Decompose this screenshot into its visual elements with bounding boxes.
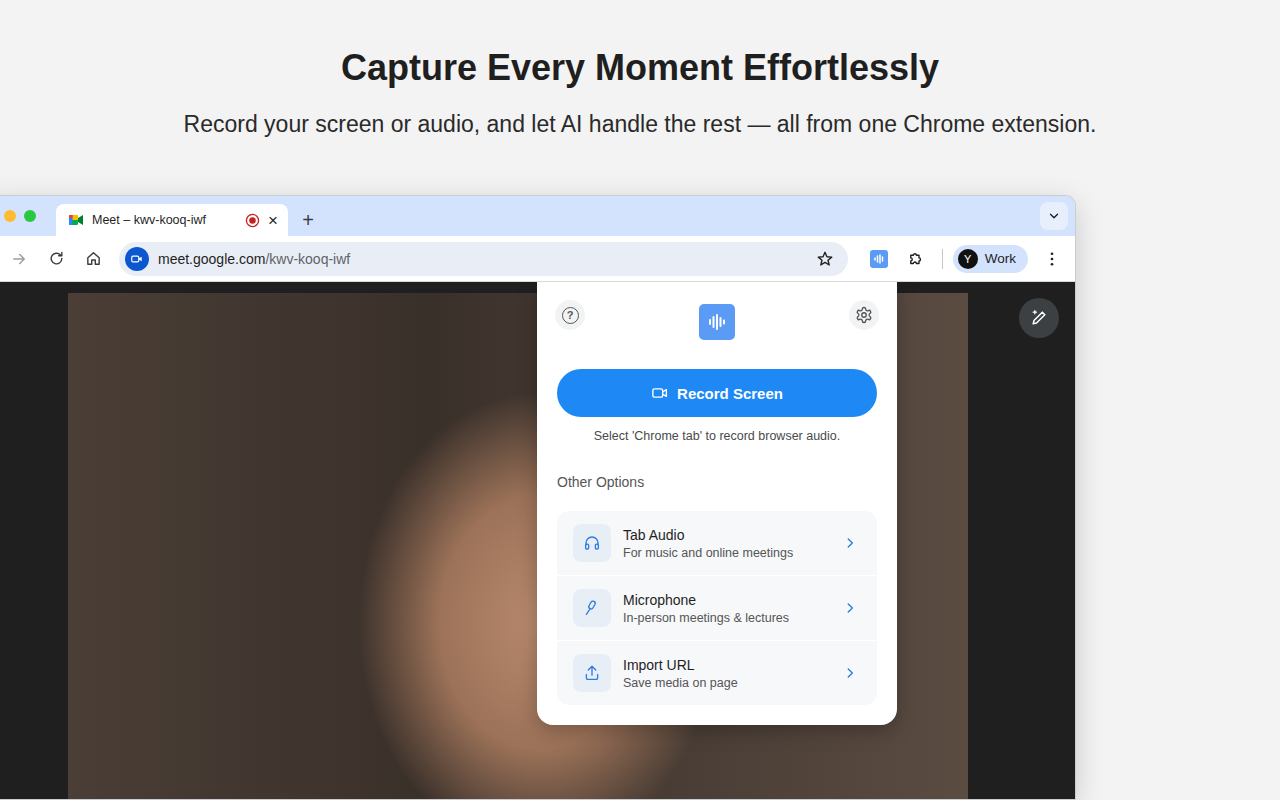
- effects-button[interactable]: [1019, 298, 1059, 338]
- microphone-icon: [583, 599, 601, 617]
- option-text: Tab Audio For music and online meetings: [623, 527, 831, 560]
- site-info-button[interactable]: [125, 247, 149, 271]
- tab-strip: Meet – kwv-kooq-iwf × +: [0, 196, 1075, 236]
- new-tab-button[interactable]: +: [288, 204, 328, 236]
- option-row[interactable]: Tab Audio For music and online meetings: [557, 511, 877, 575]
- page: Capture Every Moment Effortlessly Record…: [0, 0, 1280, 800]
- option-icon-box: [573, 654, 611, 692]
- headphones-icon: [583, 534, 601, 552]
- traffic-lights: [0, 210, 56, 222]
- address-bar[interactable]: meet.google.com/kwv-kooq-iwf: [119, 242, 848, 276]
- zoom-light[interactable]: [24, 210, 36, 222]
- option-title: Microphone: [623, 592, 831, 608]
- option-text: Microphone In-person meetings & lectures: [623, 592, 831, 625]
- meet-icon: [68, 212, 84, 228]
- option-subtitle: For music and online meetings: [623, 546, 831, 560]
- arrow-right-icon: [10, 250, 28, 268]
- tab-title: Meet – kwv-kooq-iwf: [92, 213, 237, 227]
- gear-icon: [855, 306, 873, 324]
- video-camera-icon: [651, 384, 669, 402]
- toolbar-separator: [942, 249, 943, 269]
- hero-subtitle: Record your screen or audio, and let AI …: [0, 109, 1280, 139]
- chevron-right-icon: [843, 601, 857, 615]
- record-hint: Select 'Chrome tab' to record browser au…: [557, 427, 877, 445]
- star-icon[interactable]: [816, 250, 834, 268]
- tab-search-button[interactable]: [1040, 202, 1068, 230]
- url-text: meet.google.com/kwv-kooq-iwf: [158, 251, 807, 267]
- tab-close-button[interactable]: ×: [268, 212, 278, 229]
- option-subtitle: Save media on page: [623, 676, 831, 690]
- option-row[interactable]: Import URL Save media on page: [557, 641, 877, 705]
- browser-tab[interactable]: Meet – kwv-kooq-iwf ×: [56, 204, 288, 236]
- popup-header: ?: [557, 298, 877, 340]
- chevron-right-icon: [843, 666, 857, 680]
- pencil-sparkle-icon: [1029, 308, 1049, 328]
- upload-icon: [583, 664, 601, 682]
- menu-button[interactable]: [1038, 245, 1066, 273]
- forward-button[interactable]: [5, 245, 33, 273]
- chevron-down-icon: [1047, 209, 1061, 223]
- waveform-icon: [870, 250, 888, 268]
- help-button[interactable]: ?: [555, 300, 585, 330]
- profile-button[interactable]: Y Work: [953, 245, 1028, 273]
- home-button[interactable]: [79, 245, 107, 273]
- options-list: Tab Audio For music and online meetings …: [557, 511, 877, 705]
- hero: Capture Every Moment Effortlessly Record…: [0, 0, 1280, 139]
- help-text: ?: [562, 307, 579, 324]
- settings-button[interactable]: [849, 300, 879, 330]
- option-icon-box: [573, 524, 611, 562]
- waveform-logo-icon: [699, 304, 735, 340]
- puzzle-icon: [907, 250, 925, 268]
- chevron-right-icon: [843, 536, 857, 550]
- kebab-icon: [1043, 250, 1061, 268]
- toolbar: meet.google.com/kwv-kooq-iwf Y Work: [0, 236, 1075, 282]
- profile-label: Work: [985, 251, 1016, 266]
- extension-popup: ? Record Screen Select 'Chrome tab' to r…: [537, 282, 897, 725]
- browser-window: Meet – kwv-kooq-iwf × + meet.google.com/…: [0, 196, 1075, 799]
- extension-button[interactable]: [865, 250, 893, 268]
- video-icon: [130, 252, 144, 266]
- hero-title: Capture Every Moment Effortlessly: [0, 46, 1280, 90]
- logo: [699, 304, 735, 340]
- home-icon: [85, 250, 102, 267]
- reload-button[interactable]: [42, 245, 70, 273]
- option-title: Import URL: [623, 657, 831, 673]
- reload-icon: [48, 250, 65, 267]
- option-title: Tab Audio: [623, 527, 831, 543]
- avatar: Y: [958, 249, 978, 269]
- option-subtitle: In-person meetings & lectures: [623, 611, 831, 625]
- option-row[interactable]: Microphone In-person meetings & lectures: [557, 576, 877, 640]
- extensions-button[interactable]: [902, 245, 930, 273]
- option-text: Import URL Save media on page: [623, 657, 831, 690]
- page-content: ? Record Screen Select 'Chrome tab' to r…: [0, 282, 1075, 799]
- record-screen-label: Record Screen: [677, 385, 783, 402]
- recording-icon: [245, 213, 260, 228]
- record-screen-button[interactable]: Record Screen: [557, 369, 877, 417]
- option-icon-box: [573, 589, 611, 627]
- section-title: Other Options: [557, 473, 877, 491]
- minimize-light[interactable]: [4, 210, 16, 222]
